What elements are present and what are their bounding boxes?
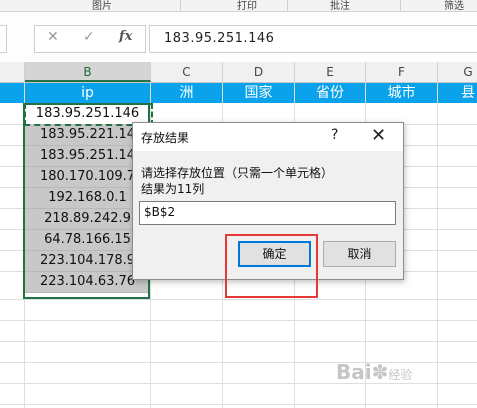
dialog-titlebar[interactable]: 存放结果 ? ✕: [133, 123, 403, 151]
header-row: ip 洲 国家 省份 城市 县: [0, 83, 477, 103]
ribbon: 图片 打印 批注 筛选: [0, 0, 477, 12]
column-header-c[interactable]: C: [151, 62, 223, 82]
column-header-a-edge[interactable]: [0, 62, 25, 82]
insert-function-icon[interactable]: fx: [119, 29, 132, 44]
ribbon-separator: [287, 0, 288, 11]
grid-line: [0, 341, 477, 342]
grid-line: [0, 320, 477, 321]
header-cell-country[interactable]: 国家: [223, 83, 294, 103]
paw-icon: ✽: [371, 360, 389, 384]
cancel-entry-icon[interactable]: ✕: [47, 29, 59, 45]
header-cell-continent[interactable]: 洲: [151, 83, 222, 103]
range-input[interactable]: $B$2: [139, 201, 396, 225]
range-input-value: $B$2: [144, 205, 176, 219]
ribbon-group-filter[interactable]: 筛选: [444, 0, 464, 12]
grid-line: [437, 83, 438, 408]
header-cell-city[interactable]: 城市: [366, 83, 437, 103]
formula-buttons: ✕ ✓ fx: [34, 25, 146, 53]
watermark-text: Bai: [336, 360, 372, 384]
ribbon-group-picture[interactable]: 图片: [92, 0, 112, 12]
selected-range-border: [23, 103, 150, 299]
header-cell-province[interactable]: 省份: [295, 83, 365, 103]
column-header-d[interactable]: D: [223, 62, 295, 82]
cancel-button[interactable]: 取消: [323, 241, 396, 267]
column-header-f[interactable]: F: [366, 62, 438, 82]
watermark-subtext: 经验: [388, 368, 413, 382]
formula-input[interactable]: 183.95.251.146: [149, 25, 477, 53]
formula-value: 183.95.251.146: [164, 31, 275, 46]
header-cell-county[interactable]: 县: [438, 83, 477, 103]
close-icon[interactable]: ✕: [371, 125, 386, 146]
grid-line: [0, 299, 477, 300]
ribbon-group-comment[interactable]: 批注: [330, 0, 350, 12]
column-header-b[interactable]: B: [25, 62, 151, 82]
highlight-annotation: [225, 234, 318, 298]
name-box[interactable]: [0, 25, 7, 53]
confirm-entry-icon[interactable]: ✓: [83, 29, 95, 45]
grid-line: [0, 404, 477, 405]
watermark: Bai✽经验: [336, 360, 412, 384]
help-icon[interactable]: ?: [331, 127, 338, 143]
column-headers: B C D E F G: [0, 62, 477, 83]
dialog-title: 存放结果: [141, 131, 190, 145]
column-header-e[interactable]: E: [295, 62, 366, 82]
dialog-prompt: 请选择存放位置（只需一个单元格）: [141, 166, 334, 180]
column-header-g[interactable]: G: [438, 62, 477, 82]
ribbon-group-print[interactable]: 打印: [237, 0, 257, 12]
ribbon-separator: [400, 0, 401, 11]
ribbon-separator: [180, 0, 181, 11]
header-cell-ip[interactable]: ip: [25, 83, 150, 103]
dialog-result-text: 结果为11列: [141, 182, 205, 196]
